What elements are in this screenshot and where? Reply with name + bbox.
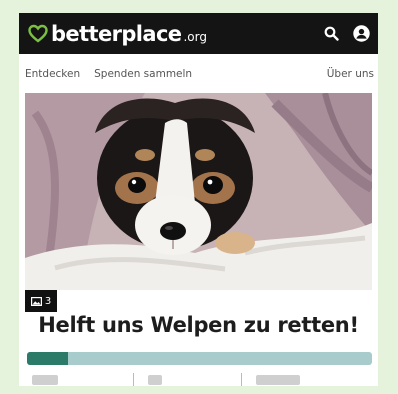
photo-count: 3: [44, 295, 52, 307]
image-gallery-icon: [30, 296, 42, 306]
stat-placeholder-1: [32, 375, 58, 385]
page-frame: betterplace .org Entdecken Spenden samme…: [19, 13, 378, 386]
logo-wordmark: betterplace: [51, 21, 182, 46]
nav-item-ueber-uns[interactable]: Über uns: [327, 68, 374, 80]
heart-logo-icon: [28, 24, 48, 43]
project-title[interactable]: Helft uns Welpen zu retten!: [19, 313, 378, 337]
puppy-photo-illustration: [25, 93, 372, 290]
stat-placeholder-3: [256, 375, 300, 385]
nav-item-spenden-sammeln[interactable]: Spenden sammeln: [94, 68, 192, 80]
main-navigation: Entdecken Spenden sammeln Über uns: [19, 54, 378, 93]
top-bar: betterplace .org: [19, 13, 378, 54]
photo-count-badge[interactable]: 3: [25, 290, 57, 312]
donation-progress-fill: [27, 352, 69, 365]
logo[interactable]: betterplace .org: [28, 22, 207, 46]
stat-divider: [133, 373, 134, 386]
project-stats-row: [19, 373, 378, 386]
project-photo[interactable]: [25, 93, 372, 290]
search-icon[interactable]: [324, 26, 339, 41]
stat-placeholder-2: [148, 375, 162, 385]
stat-divider: [241, 373, 242, 386]
logo-domain: .org: [183, 29, 207, 44]
nav-item-entdecken[interactable]: Entdecken: [25, 68, 80, 80]
donation-progress-bar: [27, 352, 372, 365]
user-account-icon[interactable]: [353, 25, 370, 42]
